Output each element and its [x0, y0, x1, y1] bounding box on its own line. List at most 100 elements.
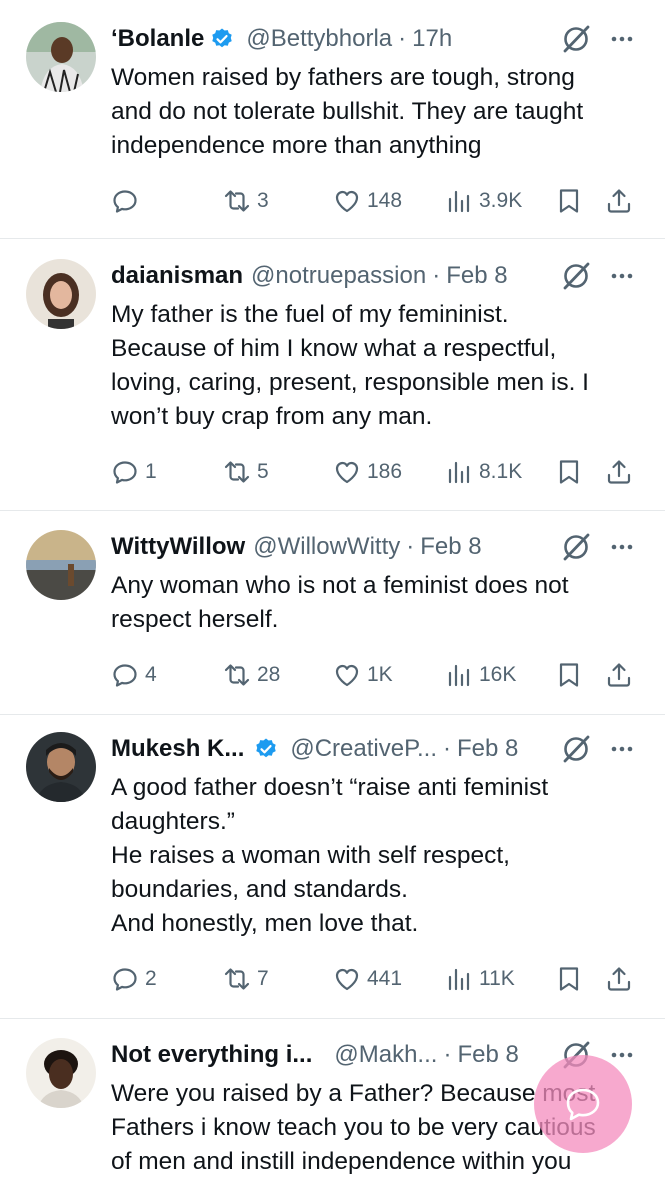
bookmark-button[interactable]	[555, 457, 583, 487]
display-name[interactable]: Mukesh K...	[111, 735, 244, 763]
grok-icon[interactable]	[561, 261, 591, 291]
like-icon	[335, 461, 359, 484]
timestamp[interactable]: Feb 8	[446, 262, 507, 290]
reply-button[interactable]: 1	[111, 457, 157, 487]
views-button[interactable]: 8.1K	[445, 457, 522, 487]
avatar[interactable]	[26, 530, 96, 600]
tweet-text: Women raised by fathers are tough, stron…	[111, 61, 641, 163]
share-icon	[607, 663, 631, 687]
repost-button[interactable]: 28	[223, 660, 280, 690]
action-bar: 3 148 3.9K	[111, 186, 636, 216]
display-name[interactable]: daianisman	[111, 262, 243, 290]
action-bar: 2 7 441 11K	[111, 964, 636, 994]
like-button[interactable]: 441	[333, 964, 402, 994]
views-count: 16K	[479, 663, 517, 686]
reply-button[interactable]: 2	[111, 964, 157, 994]
reply-button[interactable]	[111, 186, 145, 216]
more-icon[interactable]	[609, 534, 635, 560]
repost-count: 3	[257, 189, 269, 212]
repost-button[interactable]: 7	[223, 964, 269, 994]
like-count: 186	[367, 460, 403, 483]
tweet-text: Any woman who is not a feminist does not…	[111, 569, 641, 637]
separator-dot: ·	[432, 262, 441, 289]
handle[interactable]: @notruepassion	[251, 262, 426, 290]
views-icon	[448, 461, 470, 484]
views-button[interactable]: 16K	[445, 660, 516, 690]
reply-button[interactable]: 4	[111, 660, 157, 690]
views-count: 11K	[479, 967, 515, 990]
action-bar: 4 28 1K 16K	[111, 660, 636, 690]
repost-icon	[224, 461, 250, 483]
handle[interactable]: @WillowWitty	[253, 533, 400, 561]
repost-icon	[224, 664, 250, 686]
display-name[interactable]: WittyWillow	[111, 533, 245, 561]
reply-icon	[113, 190, 137, 213]
repost-button[interactable]: 3	[223, 186, 269, 216]
share-button[interactable]	[605, 660, 633, 690]
verified-badge-icon	[212, 28, 233, 48]
share-button[interactable]	[605, 186, 633, 216]
avatar[interactable]	[26, 1038, 96, 1108]
bookmark-button[interactable]	[555, 964, 583, 994]
tweet-line: loving, caring, present, responsible men…	[111, 369, 589, 396]
timestamp[interactable]: 17h	[412, 25, 452, 53]
bookmark-button[interactable]	[555, 186, 583, 216]
share-button[interactable]	[605, 964, 633, 994]
views-count: 3.9K	[479, 189, 523, 212]
separator-dot: ·	[443, 735, 452, 762]
timestamp[interactable]: Feb 8	[457, 1041, 518, 1069]
like-button[interactable]: 1K	[333, 660, 393, 690]
share-icon	[607, 967, 631, 991]
avatar[interactable]	[26, 732, 96, 802]
tweet-line: and do not tolerate bullshit. They are t…	[111, 98, 584, 125]
tweet-line: Women raised by fathers are tough, stron…	[111, 64, 575, 91]
more-icon[interactable]	[609, 263, 635, 289]
bookmark-button[interactable]	[555, 660, 583, 690]
tweet[interactable]: WittyWillow @WillowWitty · Feb 8 Any wom…	[0, 511, 665, 714]
repost-button[interactable]: 5	[223, 457, 269, 487]
like-count: 441	[367, 967, 403, 990]
bookmark-icon	[559, 663, 579, 687]
views-button[interactable]: 3.9K	[445, 186, 522, 216]
more-icon[interactable]	[609, 1042, 635, 1068]
display-name[interactable]: Not everything i...	[111, 1041, 312, 1069]
share-button[interactable]	[605, 457, 633, 487]
timestamp[interactable]: Feb 8	[457, 735, 518, 763]
avatar[interactable]	[26, 259, 96, 329]
grok-icon[interactable]	[561, 24, 591, 54]
tweet-line: of men and instill independence within y…	[111, 1148, 572, 1175]
tweet[interactable]: ‘Bolanle @Bettybhorla · 17h Women raised…	[0, 0, 665, 240]
handle[interactable]: @CreativeP...	[290, 735, 437, 763]
separator-dot: ·	[398, 25, 407, 52]
like-count: 1K	[367, 663, 393, 686]
display-name[interactable]: ‘Bolanle	[111, 25, 204, 53]
avatar[interactable]	[26, 22, 96, 92]
tweet[interactable]: daianisman @notruepassion · Feb 8 My fat…	[0, 239, 665, 511]
views-button[interactable]: 11K	[445, 964, 515, 994]
tweet-line: boundaries, and standards.	[111, 876, 408, 903]
views-icon	[448, 190, 470, 213]
repost-icon	[224, 968, 250, 990]
more-icon[interactable]	[609, 736, 635, 762]
more-icon[interactable]	[609, 26, 635, 52]
like-button[interactable]: 186	[333, 457, 402, 487]
handle[interactable]: @Makh...	[334, 1041, 437, 1069]
handle[interactable]: @Bettybhorla	[246, 25, 392, 53]
repost-count: 28	[257, 663, 281, 686]
tweet[interactable]: Mukesh K... @CreativeP... · Feb 8 A good…	[0, 715, 665, 1018]
bookmark-icon	[559, 460, 579, 484]
grok-icon[interactable]	[561, 532, 591, 562]
tweet-text: A good father doesn’t “raise anti femini…	[111, 771, 641, 941]
like-icon	[335, 190, 359, 213]
like-button[interactable]: 148	[333, 186, 402, 216]
compose-fab-button[interactable]	[534, 1055, 632, 1153]
grok-icon[interactable]	[561, 734, 591, 764]
tweet-line: And honestly, men love that.	[111, 910, 419, 937]
like-icon	[335, 968, 359, 991]
timestamp[interactable]: Feb 8	[420, 533, 481, 561]
repost-count: 7	[257, 967, 269, 990]
tweet-text: My father is the fuel of my femininist. …	[111, 298, 641, 434]
tweet-line: Any woman who is not a feminist does not	[111, 572, 569, 599]
reply-icon	[113, 664, 137, 687]
like-icon	[335, 664, 359, 687]
